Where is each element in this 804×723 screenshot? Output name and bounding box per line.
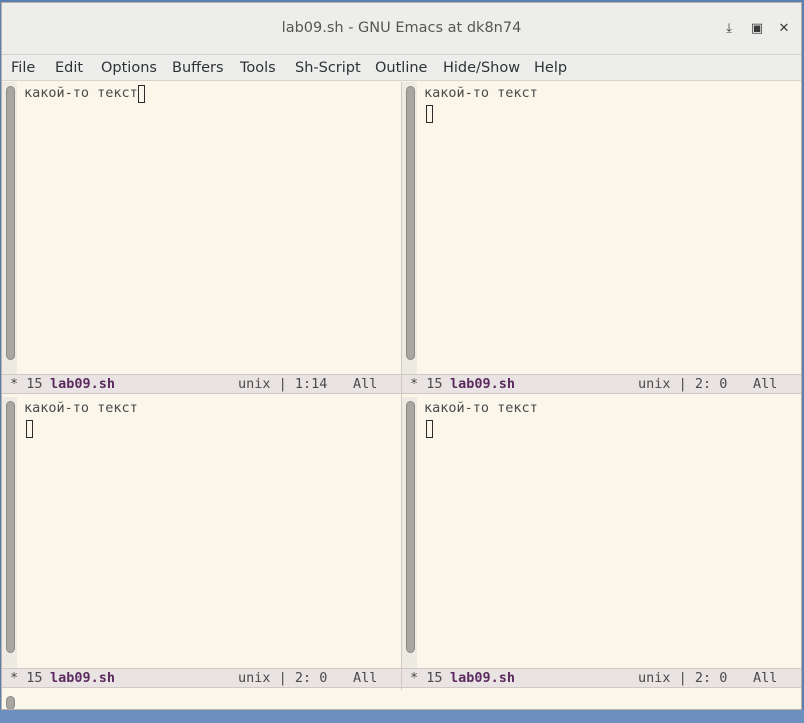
text-cursor [426, 105, 433, 123]
menu-outline[interactable]: Outline [375, 60, 427, 76]
menu-file[interactable]: File [11, 60, 35, 76]
modeline-position[interactable]: unix | 2: 0 [638, 670, 727, 686]
modeline-scroll: All [353, 376, 378, 392]
minibuffer-scrollbar[interactable] [6, 696, 15, 709]
vertical-scrollbar[interactable] [406, 86, 415, 360]
menu-buffers[interactable]: Buffers [172, 60, 224, 76]
maximize-icon[interactable]: ▣ [746, 18, 768, 40]
text-cursor [26, 420, 33, 438]
modeline-buffer-name[interactable]: lab09.sh [50, 670, 115, 686]
modeline-status: * 15 [10, 670, 43, 686]
window-title: lab09.sh - GNU Emacs at dk8n74 [281, 20, 522, 36]
modeline-buffer-name[interactable]: lab09.sh [50, 376, 115, 392]
window-pane-top-left[interactable]: какой-то текст [2, 82, 401, 374]
emacs-window: lab09.sh - GNU Emacs at dk8n74 ⤓ ▣ ✕ Fil… [1, 2, 802, 710]
title-bar[interactable]: lab09.sh - GNU Emacs at dk8n74 ⤓ ▣ ✕ [2, 3, 801, 55]
buffer-text[interactable]: какой-то текст [424, 85, 538, 101]
menu-options[interactable]: Options [101, 60, 157, 76]
modeline-position[interactable]: unix | 2: 0 [238, 670, 327, 686]
text-cursor [426, 420, 433, 438]
menu-help[interactable]: Help [534, 60, 567, 76]
modeline-scroll: All [353, 670, 378, 686]
window-pane-bottom-right[interactable]: какой-то текст [402, 397, 801, 668]
mode-line-bottom-right[interactable]: * 15 lab09.sh unix | 2: 0 All [402, 668, 801, 688]
buffer-text[interactable]: какой-то текст [24, 85, 138, 101]
menu-hide-show[interactable]: Hide/Show [443, 60, 520, 76]
desktop-background [0, 710, 804, 723]
modeline-scroll: All [753, 376, 778, 392]
window-pane-bottom-left[interactable]: какой-то текст [2, 397, 401, 668]
buffer-text[interactable]: какой-то текст [424, 400, 538, 416]
mode-line-top-left[interactable]: * 15 lab09.sh unix | 1:14 All [2, 374, 401, 394]
modeline-buffer-name[interactable]: lab09.sh [450, 670, 515, 686]
modeline-position[interactable]: unix | 1:14 [238, 376, 327, 392]
window-pane-top-right[interactable]: какой-то текст [402, 82, 801, 374]
modeline-status: * 15 [410, 376, 443, 392]
mode-line-bottom-left[interactable]: * 15 lab09.sh unix | 2: 0 All [2, 668, 401, 688]
minibuffer[interactable] [2, 693, 801, 709]
close-icon[interactable]: ✕ [773, 18, 795, 40]
menu-bar: File Edit Options Buffers Tools Sh-Scrip… [2, 55, 801, 81]
modeline-status: * 15 [10, 376, 43, 392]
modeline-buffer-name[interactable]: lab09.sh [450, 376, 515, 392]
mode-line-top-right[interactable]: * 15 lab09.sh unix | 2: 0 All [402, 374, 801, 394]
vertical-scrollbar[interactable] [6, 86, 15, 360]
menu-sh-script[interactable]: Sh-Script [295, 60, 361, 76]
menu-edit[interactable]: Edit [55, 60, 83, 76]
modeline-scroll: All [753, 670, 778, 686]
modeline-position[interactable]: unix | 2: 0 [638, 376, 727, 392]
minimize-icon[interactable]: ⤓ [718, 18, 740, 40]
text-cursor [138, 85, 145, 103]
modeline-status: * 15 [410, 670, 443, 686]
vertical-scrollbar[interactable] [406, 401, 415, 653]
vertical-scrollbar[interactable] [6, 401, 15, 653]
buffer-text[interactable]: какой-то текст [24, 400, 138, 416]
menu-tools[interactable]: Tools [240, 60, 276, 76]
